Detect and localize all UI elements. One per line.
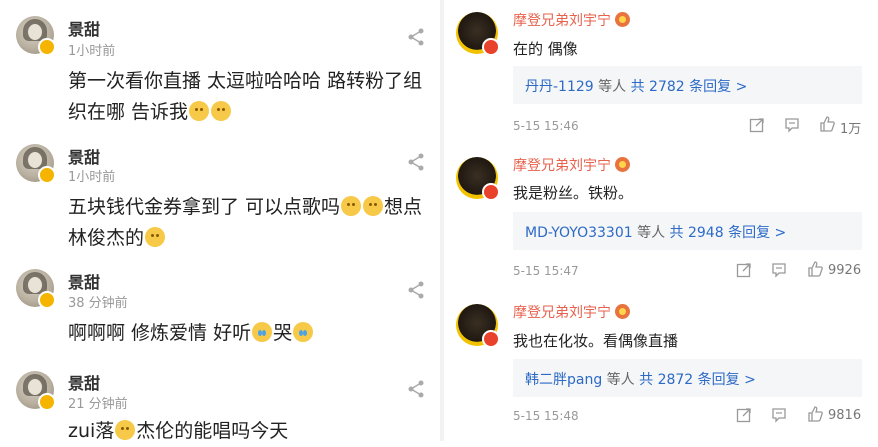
crying-emoji-icon	[252, 322, 273, 342]
repost-icon[interactable]	[736, 407, 752, 423]
replies-summary[interactable]: 丹丹-1129 等人 共 2782 条回复 >	[513, 66, 862, 104]
verified-badge-icon	[482, 183, 500, 201]
comment-icon[interactable]	[771, 262, 787, 278]
thumbs-up-icon[interactable]	[819, 116, 835, 132]
verified-badge-icon	[482, 38, 500, 56]
like-count: 9816	[828, 408, 862, 423]
avatar[interactable]	[456, 157, 500, 201]
cool-emoji-icon	[145, 227, 166, 247]
comment-text: 我也在化妆。看偶像直播	[513, 332, 679, 350]
share-icon[interactable]	[406, 280, 426, 300]
reply-count-link[interactable]: 共 2782 条回复 >	[631, 79, 748, 95]
comment-time: 1小时前	[68, 170, 116, 185]
comment-body: 啊啊啊 修炼爱情 好听	[68, 322, 252, 344]
crown-badge-icon	[615, 157, 630, 172]
like-count: 1万	[840, 122, 862, 137]
comment-time: 21 分钟前	[68, 397, 128, 412]
commenter-name[interactable]: 摩登兄弟刘宇宁	[513, 155, 630, 175]
right-comment-panel: 摩登兄弟刘宇宁 在的 偶像 丹丹-1129 等人 共 2782 条回复 > 5-…	[444, 0, 878, 441]
reply-user-link[interactable]: 韩二胖pang	[525, 372, 602, 388]
avatar[interactable]	[16, 371, 56, 411]
commenter-name-text: 摩登兄弟刘宇宁	[513, 13, 611, 29]
avatar[interactable]	[456, 304, 500, 348]
commenter-name[interactable]: 摩登兄弟刘宇宁	[513, 302, 630, 322]
commenter-name[interactable]: 景甜	[68, 370, 100, 394]
comment-text: 在的 偶像	[513, 40, 578, 58]
replies-summary[interactable]: MD-YOYO33301 等人 共 2948 条回复 >	[513, 212, 862, 250]
avatar[interactable]	[16, 269, 56, 309]
repost-icon[interactable]	[749, 117, 765, 133]
crying-emoji-icon	[293, 322, 314, 342]
repost-icon[interactable]	[736, 262, 752, 278]
reply-middle-text: 等人	[602, 372, 640, 388]
comment-body: zui落	[68, 420, 115, 442]
reply-count-link[interactable]: 共 2948 条回复 >	[670, 225, 787, 241]
smile-emoji-icon	[189, 101, 210, 121]
share-icon[interactable]	[406, 379, 426, 399]
avatar[interactable]	[456, 12, 500, 56]
comment-date: 5-15 15:47	[513, 264, 579, 278]
thumbs-up-icon[interactable]	[807, 261, 823, 277]
comment-icon[interactable]	[771, 407, 787, 423]
comment-text: 五块钱代金券拿到了 可以点歌吗 想点 林俊杰的	[68, 192, 424, 254]
laugh-emoji-icon	[115, 420, 136, 440]
smile-emoji-icon	[211, 101, 232, 121]
comment-body: 五块钱代金券拿到了 可以点歌吗	[68, 196, 341, 218]
smile-emoji-icon	[363, 196, 384, 216]
verified-badge-icon	[482, 330, 500, 348]
comment-text: 啊啊啊 修炼爱情 好听哭	[68, 318, 424, 349]
grin-emoji-icon	[341, 196, 362, 216]
verified-badge-icon	[38, 393, 56, 411]
reply-count-link[interactable]: 共 2872 条回复 >	[639, 372, 756, 388]
comment-body-cont: 杰伦的能唱吗今天	[136, 420, 289, 442]
comment-body: 第一次看你直播 太逗啦哈哈哈 路转粉了组织在哪 告诉我	[68, 70, 423, 123]
commenter-name-text: 摩登兄弟刘宇宁	[513, 158, 611, 174]
comment-date: 5-15 15:48	[513, 409, 579, 423]
reply-user-link[interactable]: MD-YOYO33301	[525, 225, 633, 241]
left-comment-panel: 景甜 1小时前 第一次看你直播 太逗啦哈哈哈 路转粉了组织在哪 告诉我 景甜 1…	[0, 0, 440, 442]
avatar[interactable]	[16, 16, 56, 56]
comment-body-cont: 哭	[273, 322, 293, 344]
replies-summary[interactable]: 韩二胖pang 等人 共 2872 条回复 >	[513, 359, 862, 397]
crown-badge-icon	[615, 12, 630, 27]
comment-date: 5-15 15:46	[513, 119, 579, 133]
verified-badge-icon	[38, 38, 56, 56]
share-icon[interactable]	[406, 152, 426, 172]
comment-time: 1小时前	[68, 44, 116, 59]
comment-text: 第一次看你直播 太逗啦哈哈哈 路转粉了组织在哪 告诉我	[68, 66, 424, 128]
reply-user-link[interactable]: 丹丹-1129	[525, 79, 594, 95]
comment-icon[interactable]	[784, 117, 800, 133]
commenter-name[interactable]: 景甜	[68, 269, 100, 293]
thumbs-up-icon[interactable]	[807, 406, 823, 422]
comment-time: 38 分钟前	[68, 296, 128, 311]
commenter-name[interactable]: 景甜	[68, 144, 100, 168]
commenter-name-text: 摩登兄弟刘宇宁	[513, 305, 611, 321]
comment-text: 我是粉丝。铁粉。	[513, 184, 634, 202]
commenter-name[interactable]: 摩登兄弟刘宇宁	[513, 10, 630, 30]
verified-badge-icon	[38, 166, 56, 184]
crown-badge-icon	[615, 304, 630, 319]
avatar[interactable]	[16, 144, 56, 184]
like-count: 9926	[828, 263, 862, 278]
reply-middle-text: 等人	[632, 225, 670, 241]
commenter-name[interactable]: 景甜	[68, 16, 100, 40]
verified-badge-icon	[38, 291, 56, 309]
reply-middle-text: 等人	[593, 79, 631, 95]
comment-text: zui落 杰伦的能唱吗今天	[68, 416, 424, 447]
share-icon[interactable]	[406, 27, 426, 47]
